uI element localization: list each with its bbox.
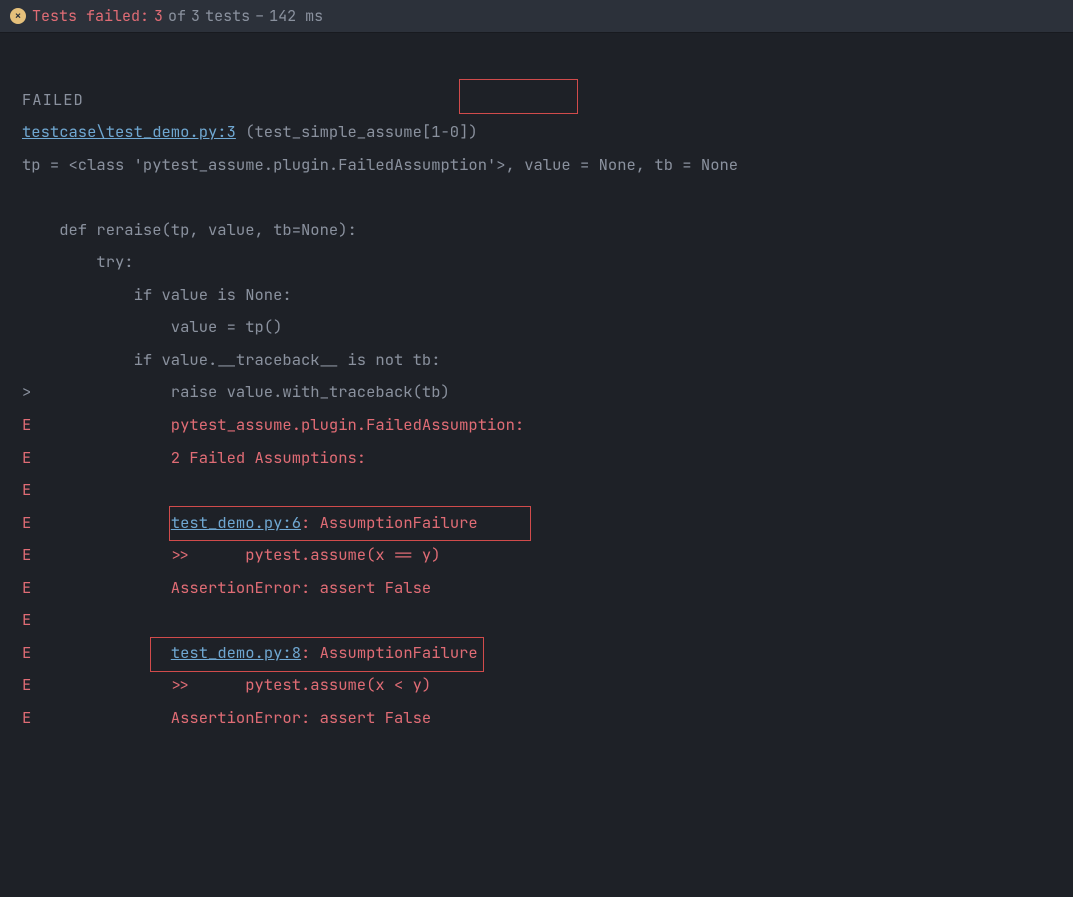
error-line: E (22, 474, 1073, 507)
test-location-line: testcase\test_demo.py:3 (test_simple_ass… (22, 116, 1073, 149)
code-line: if value is None: (22, 279, 1073, 312)
error-suffix: : AssumptionFailure (301, 512, 478, 533)
error-line: E >> pytest.assume(x < y) (22, 669, 1073, 702)
code-line: value = tp() (22, 311, 1073, 344)
dash: – (255, 6, 264, 26)
error-prefix: E (22, 512, 171, 533)
console-output[interactable]: FAILEDtestcase\test_demo.py:3 (test_simp… (0, 33, 1073, 897)
tests-failed-label: Tests failed: (32, 6, 149, 26)
error-line: E 2 Failed Assumptions: (22, 442, 1073, 475)
error-line: E pytest_assume.plugin.FailedAssumption: (22, 409, 1073, 442)
failed-count: 3 (154, 6, 163, 26)
error-line: E (22, 604, 1073, 637)
file-link[interactable]: testcase\test_demo.py:3 (22, 121, 236, 142)
tests-word: tests (205, 6, 250, 26)
error-line: E test_demo.py:6: AssumptionFailure (22, 507, 1073, 540)
test-name: (test_simple_assume[1-0]) (236, 121, 478, 142)
tp-line: tp = <class 'pytest_assume.plugin.Failed… (22, 149, 1073, 182)
error-prefix: E (22, 642, 171, 663)
failed-label: FAILED (22, 84, 1073, 117)
duration: 142 ms (269, 6, 323, 26)
code-line: if value.__traceback__ is not tb: (22, 344, 1073, 377)
test-result-header: Tests failed: 3 of 3 tests – 142 ms (0, 0, 1073, 33)
header-text: Tests failed: 3 of 3 tests – 142 ms (32, 6, 323, 26)
error-suffix: : AssumptionFailure (301, 642, 478, 663)
error-line: E test_demo.py:8: AssumptionFailure (22, 637, 1073, 670)
file-link[interactable]: test_demo.py:8 (171, 642, 301, 663)
of-label: of (168, 6, 186, 26)
error-icon (10, 8, 26, 24)
file-link[interactable]: test_demo.py:6 (171, 512, 301, 533)
error-line: E AssertionError: assert False (22, 572, 1073, 605)
total-count: 3 (191, 6, 200, 26)
code-line: try: (22, 246, 1073, 279)
blank-line (22, 181, 1073, 214)
error-line: E AssertionError: assert False (22, 702, 1073, 735)
error-line: E >> pytest.assume(x == y) (22, 539, 1073, 572)
code-line: def reraise(tp, value, tb=None): (22, 214, 1073, 247)
code-line: > raise value.with_traceback(tb) (22, 376, 1073, 409)
